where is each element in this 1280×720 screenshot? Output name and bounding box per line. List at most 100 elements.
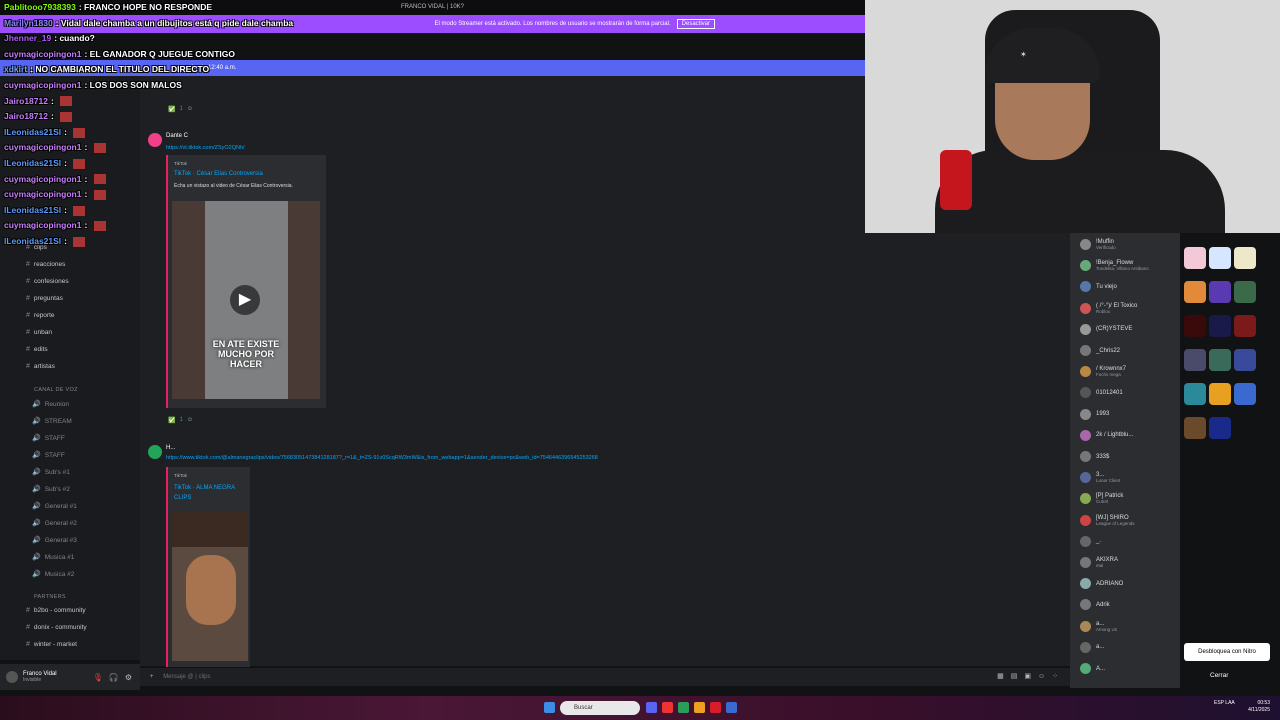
gift-icon[interactable]: ▦ <box>997 668 1004 686</box>
theme-swatch[interactable] <box>1234 247 1256 269</box>
message-author[interactable]: Dante C <box>166 133 188 139</box>
embed-title[interactable]: TikTok · César Elias Controversia <box>174 171 320 177</box>
channel-item[interactable]: # preguntas <box>26 295 63 302</box>
video-thumbnail[interactable] <box>172 511 248 661</box>
member-item[interactable]: a... <box>1080 641 1104 653</box>
channel-item[interactable]: # artistas <box>26 363 55 370</box>
user-avatar[interactable] <box>6 671 18 683</box>
theme-swatch[interactable] <box>1234 281 1256 303</box>
message-link[interactable]: https://vt.tiktok.com/ZSyO2QNh/ <box>166 145 245 151</box>
member-item[interactable]: Tu viejo <box>1080 281 1117 293</box>
close-button[interactable]: Cerrar <box>1210 672 1228 679</box>
reaction-bar[interactable]: ✅ 1 ☺ <box>168 106 193 113</box>
emoji-icon[interactable]: ☺ <box>1038 668 1045 686</box>
member-item[interactable]: Adrik <box>1080 599 1110 611</box>
theme-swatch[interactable] <box>1209 349 1231 371</box>
voice-channel-item[interactable]: 🔊 General #1 <box>32 502 77 511</box>
member-item[interactable]: (CR)YSTEVE <box>1080 323 1132 335</box>
member-item[interactable]: ADRIANO <box>1080 578 1123 590</box>
app-icon[interactable] <box>662 702 673 713</box>
theme-swatch[interactable] <box>1184 281 1206 303</box>
message-composer[interactable]: + Mensaje @ | clips ▦ ▤ ▣ ☺ ⁘ <box>140 668 1070 686</box>
member-item[interactable]: _Chris22 <box>1080 345 1120 356</box>
nitro-unlock-button[interactable]: Desbloquea con Nitro <box>1184 643 1270 661</box>
voice-channel-item[interactable]: 🔊 Sub's #2 <box>32 485 70 494</box>
language-indicator[interactable]: ESP LAA <box>1214 700 1235 707</box>
channel-item[interactable]: # confesiones <box>26 278 69 285</box>
theme-swatch[interactable] <box>1209 247 1231 269</box>
settings-gear-icon[interactable]: ⚙ <box>125 673 132 682</box>
theme-swatch[interactable] <box>1184 417 1206 439</box>
app-icon[interactable] <box>710 702 721 713</box>
video-thumbnail[interactable]: ▶ EN ATE EXISTE MUCHO POR HACER <box>172 201 320 399</box>
theme-swatch[interactable] <box>1234 349 1256 371</box>
member-item[interactable]: [WJ] SHIRO League of Legends <box>1080 514 1135 526</box>
member-item[interactable]: AKIXRA etal <box>1080 557 1118 568</box>
attach-plus-icon[interactable]: + <box>150 674 154 680</box>
app-icon[interactable] <box>678 702 689 713</box>
app-icon[interactable] <box>726 702 737 713</box>
add-reaction-icon[interactable]: ☺ <box>187 106 193 113</box>
chrome-icon[interactable] <box>694 702 705 713</box>
theme-swatch[interactable] <box>1184 247 1206 269</box>
channel-item[interactable]: # edits <box>26 346 48 353</box>
play-icon[interactable]: ▶ <box>230 285 260 315</box>
member-item[interactable]: !Muffin Verificado <box>1080 239 1116 250</box>
member-item[interactable]: !Benja_Floww Tondelita, Villano Antibano <box>1080 260 1149 272</box>
message-author[interactable]: H... <box>166 445 175 451</box>
channel-item[interactable]: # unban <box>26 329 52 336</box>
channel-item[interactable]: # reacciones <box>26 261 65 268</box>
check-icon[interactable]: ✅ <box>168 417 175 424</box>
theme-swatch[interactable] <box>1209 383 1231 405</box>
composer-placeholder[interactable]: Mensaje @ | clips <box>163 674 210 680</box>
channel-item[interactable]: # reporte <box>26 312 55 319</box>
deactivate-button[interactable]: Desactivar <box>676 19 715 29</box>
member-item[interactable]: _. <box>1080 535 1101 547</box>
theme-swatch[interactable] <box>1209 281 1231 303</box>
headphones-icon[interactable]: 🎧 <box>109 673 119 682</box>
taskbar-search[interactable]: Buscar <box>560 701 640 715</box>
member-item[interactable]: A... <box>1080 663 1105 674</box>
member-item[interactable]: 2k / Lightblu... <box>1080 429 1133 441</box>
voice-channel-item[interactable]: 🔊 Musica #2 <box>32 570 74 579</box>
partner-channel-item[interactable]: # b2bo - community <box>26 607 86 614</box>
member-item[interactable]: [P] Patrick Cutrel <box>1080 493 1123 505</box>
member-item[interactable]: 333$ <box>1080 451 1109 462</box>
author-avatar[interactable] <box>148 133 162 147</box>
voice-channel-item[interactable]: 🔊 Musica #1 <box>32 553 74 562</box>
member-item[interactable]: a... Among Us <box>1080 620 1117 632</box>
voice-channel-item[interactable]: 🔊 Sub's #1 <box>32 468 70 477</box>
voice-channel-item[interactable]: 🔊 STREAM <box>32 417 72 426</box>
voice-channel-item[interactable]: 🔊 STAFF <box>32 451 65 460</box>
theme-swatch[interactable] <box>1234 315 1256 337</box>
theme-swatch[interactable] <box>1209 315 1231 337</box>
member-item[interactable]: 3... Lunar Client <box>1080 472 1120 484</box>
message-link[interactable]: https://www.tiktok.com/@almanegraclips/v… <box>166 455 598 461</box>
theme-swatch[interactable] <box>1184 349 1206 371</box>
theme-swatch[interactable] <box>1184 315 1206 337</box>
member-item[interactable]: 01012401 <box>1080 387 1123 399</box>
partner-channel-item[interactable]: # donix - community <box>26 624 87 631</box>
author-avatar[interactable] <box>148 445 162 459</box>
theme-swatch[interactable] <box>1184 383 1206 405</box>
voice-channel-item[interactable]: 🔊 General #3 <box>32 536 77 545</box>
voice-channel-item[interactable]: 🔊 Reunion <box>32 400 69 409</box>
reaction-bar[interactable]: ✅ 1 ☺ <box>168 417 193 424</box>
clock[interactable]: 00:53 4/11/2025 <box>1248 700 1270 714</box>
check-icon[interactable]: ✅ <box>168 106 175 113</box>
theme-swatch[interactable] <box>1209 417 1231 439</box>
discord-icon[interactable] <box>646 702 657 713</box>
sticker-icon[interactable]: ▣ <box>1024 668 1031 686</box>
voice-category[interactable]: CANAL DE VOZ <box>34 387 78 393</box>
member-item[interactable]: 1993 <box>1080 408 1109 420</box>
partner-channel-item[interactable]: # winter - market <box>26 641 77 648</box>
partners-category[interactable]: PARTNERS <box>34 594 66 600</box>
voice-channel-item[interactable]: 🔊 STAFF <box>32 434 65 443</box>
gif-icon[interactable]: ▤ <box>1011 668 1018 686</box>
user-panel[interactable]: Franco Vidal Invisible 🎙 🎧 ⚙ <box>0 664 140 690</box>
member-item[interactable]: ( /°-°)/ El Toxico Roblox <box>1080 302 1137 314</box>
voice-channel-item[interactable]: 🔊 General #2 <box>32 519 77 528</box>
apps-icon[interactable]: ⁘ <box>1052 668 1058 686</box>
theme-swatch[interactable] <box>1234 383 1256 405</box>
add-reaction-icon[interactable]: ☺ <box>187 417 193 424</box>
